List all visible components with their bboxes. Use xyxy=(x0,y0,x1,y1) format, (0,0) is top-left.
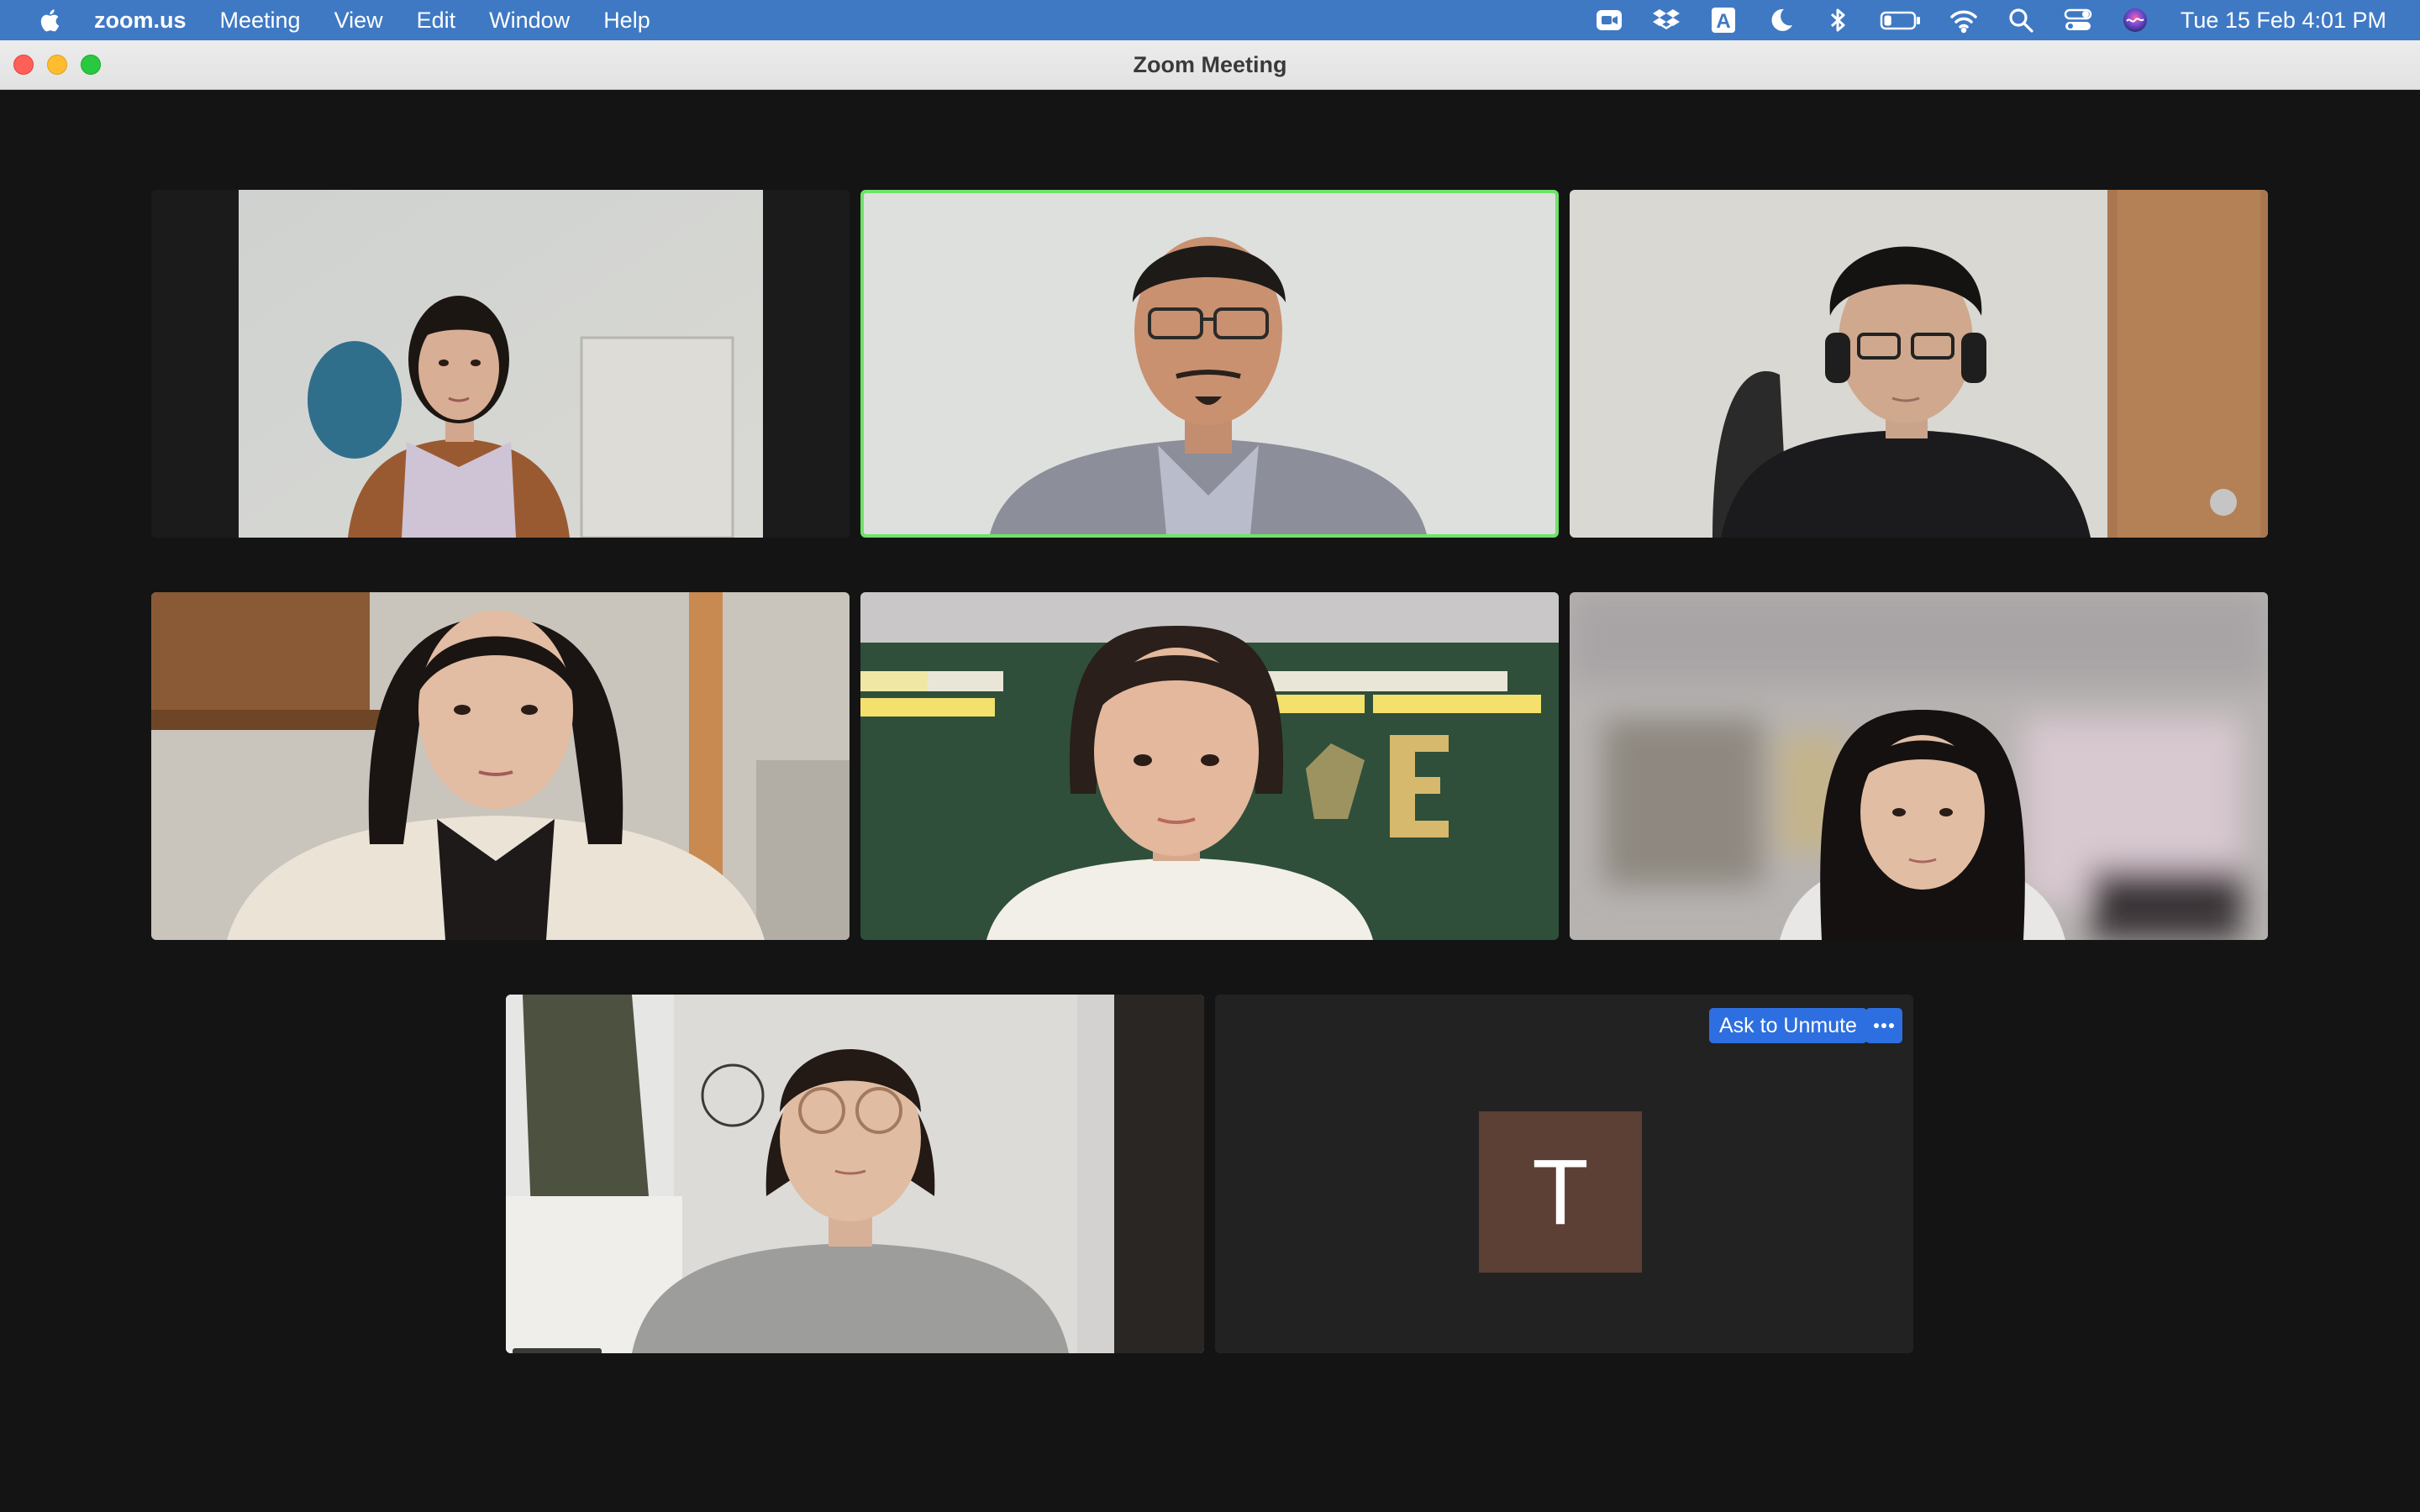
participant-video-tile-4[interactable] xyxy=(151,592,850,940)
participant-avatar-tile-8[interactable]: T Ask to Unmute xyxy=(1215,995,1913,1353)
participant-video-feed xyxy=(864,193,1555,534)
control-center-icon[interactable] xyxy=(2063,5,2093,35)
ellipsis-icon xyxy=(1874,1023,1894,1028)
participant-video-tile-3[interactable] xyxy=(1570,190,2268,538)
spotlight-search-icon[interactable] xyxy=(2006,5,2036,35)
input-source-letter: A xyxy=(1716,10,1730,33)
participant-video-tile-5[interactable] xyxy=(860,592,1559,940)
avatar-letter: T xyxy=(1532,1140,1589,1244)
input-source-icon[interactable]: A xyxy=(1708,5,1739,35)
participant-name-chip[interactable] xyxy=(513,1348,602,1353)
participant-video-tile-1[interactable] xyxy=(151,190,850,538)
menu-app-zoom[interactable]: zoom.us xyxy=(94,8,187,34)
participant-video-tile-7[interactable] xyxy=(506,995,1204,1353)
window-title: Zoom Meeting xyxy=(1133,52,1287,77)
siri-icon[interactable] xyxy=(2120,5,2150,35)
ask-to-unmute-button[interactable]: Ask to Unmute xyxy=(1709,1008,1867,1043)
apple-logo-icon[interactable] xyxy=(35,6,60,34)
menu-window[interactable]: Window xyxy=(489,8,570,34)
zoom-video-icon[interactable] xyxy=(1594,5,1624,35)
menu-meeting[interactable]: Meeting xyxy=(220,8,301,34)
participant-video-feed xyxy=(860,592,1559,940)
focus-moon-icon[interactable] xyxy=(1765,5,1796,35)
bluetooth-icon[interactable] xyxy=(1823,5,1853,35)
participant-avatar: T xyxy=(1479,1111,1642,1273)
window-title-bar[interactable]: Zoom Meeting xyxy=(0,40,2420,90)
menu-bar-clock[interactable]: Tue 15 Feb 4:01 PM xyxy=(2181,8,2386,34)
meeting-gallery: T Ask to Unmute xyxy=(0,90,2420,1512)
macos-menu-bar: zoom.us Meeting View Edit Window Help A xyxy=(0,0,2420,40)
menu-view[interactable]: View xyxy=(334,8,383,34)
battery-icon[interactable] xyxy=(1880,5,1922,35)
dropbox-icon[interactable] xyxy=(1651,5,1681,35)
participant-more-options-button[interactable] xyxy=(1865,1008,1902,1043)
wifi-icon[interactable] xyxy=(1949,5,1979,35)
participant-video-feed xyxy=(506,995,1204,1353)
participant-video-feed xyxy=(151,592,850,940)
menu-edit[interactable]: Edit xyxy=(417,8,456,34)
participant-video-tile-6[interactable] xyxy=(1570,592,2268,940)
battery-level-fill xyxy=(1884,15,1891,26)
participant-video-feed xyxy=(1570,190,2268,538)
participant-video-feed xyxy=(1570,592,2268,940)
participant-video-tile-2-active-speaker[interactable] xyxy=(860,190,1559,538)
participant-video-feed xyxy=(239,190,763,538)
menu-bar-status-area: A Tue 15 Feb 4:01 PM xyxy=(1567,0,2386,40)
menu-help[interactable]: Help xyxy=(603,8,650,34)
